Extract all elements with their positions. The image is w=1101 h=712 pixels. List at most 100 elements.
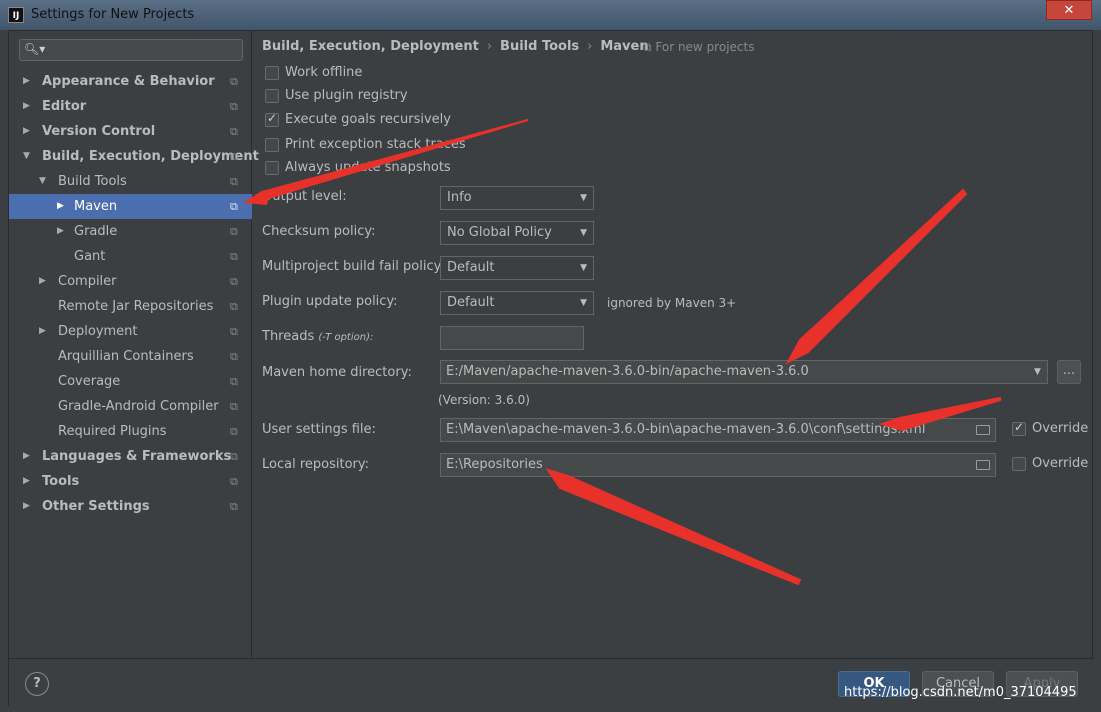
user-settings-override-label: Override [1032,421,1089,436]
sidebar-item-label: Appearance & Behavior [42,74,215,89]
sidebar-item-gradle[interactable]: ▶ Gradle ⧉ [9,219,252,244]
expand-arrow-icon[interactable]: ▶ [39,319,46,344]
expand-arrow-icon[interactable]: ▶ [23,94,30,119]
expand-arrow-icon[interactable]: ▶ [23,69,30,94]
sidebar-item-build-execution-deployment[interactable]: ▼ Build, Execution, Deployment ⧉ [9,144,259,169]
work-offline-checkbox[interactable] [265,66,279,80]
folder-icon[interactable] [976,460,990,470]
sidebar-item-coverage[interactable]: Coverage ⧉ [9,369,252,394]
checksum-policy-select[interactable]: No Global Policy ▼ [440,221,594,245]
window-close-button[interactable]: ✕ [1046,0,1092,20]
sidebar-item-arquillian-containers[interactable]: Arquillian Containers ⧉ [9,344,252,369]
sidebar-item-compiler[interactable]: ▶ Compiler ⧉ [9,269,252,294]
expand-arrow-icon[interactable]: ▶ [23,494,30,519]
local-repository-input[interactable]: E:\Repositories [440,453,996,477]
expand-arrow-icon[interactable]: ▶ [23,469,30,494]
project-copy-icon: ⧉ [230,300,238,313]
user-settings-file-input[interactable]: E:\Maven\apache-maven-3.6.0-bin\apache-m… [440,418,996,442]
sidebar-item-version-control[interactable]: ▶ Version Control ⧉ [9,119,252,144]
breadcrumb-separator: › [486,39,493,54]
local-repository-label: Local repository: [262,457,369,472]
breadcrumb-item: Maven [600,39,649,54]
threads-label: Threads (-T option): [262,329,373,344]
chevron-down-icon: ▼ [580,193,587,203]
help-button[interactable]: ? [25,672,49,696]
local-repository-override-checkbox[interactable] [1012,457,1026,471]
sidebar-item-editor[interactable]: ▶ Editor ⧉ [9,94,252,119]
sidebar-item-label: Arquillian Containers [58,349,194,364]
sidebar-item-label: Languages & Frameworks [42,449,232,464]
project-copy-icon: ⧉ [230,275,238,288]
user-settings-override-checkbox[interactable] [1012,420,1026,436]
sidebar-item-label: Version Control [42,124,156,139]
sidebar-item-label: Compiler [58,274,117,289]
checksum-policy-value: No Global Policy [447,225,552,240]
chevron-down-icon: ▼ [580,263,587,273]
local-repository-override-label: Override [1032,456,1089,471]
sidebar-item-other-settings[interactable]: ▶ Other Settings ⧉ [9,494,252,519]
settings-search-input[interactable]: 🔍︎▾ [19,39,243,61]
sidebar-item-appearance-behavior[interactable]: ▶ Appearance & Behavior ⧉ [9,69,252,94]
sidebar-item-gant[interactable]: Gant ⧉ [9,244,252,269]
maven-home-dropdown-button[interactable]: ▼ [1028,360,1048,384]
plugin-update-policy-label: Plugin update policy: [262,294,398,309]
plugin-update-policy-select[interactable]: Default ▼ [440,291,594,315]
sidebar-item-remote-jar-repositories[interactable]: Remote Jar Repositories ⧉ [9,294,252,319]
print-exception-stack-traces-label: Print exception stack traces [285,137,466,152]
dialog-footer: ? OK Cancel Apply https://blog.csdn.net/… [9,658,1094,707]
output-level-value: Info [447,190,472,205]
intellij-app-icon: IJ [8,7,24,23]
sidebar-item-required-plugins[interactable]: Required Plugins ⧉ [9,419,252,444]
folder-icon[interactable] [976,425,990,435]
threads-label-text: Threads [262,329,315,344]
always-update-snapshots-checkbox[interactable] [265,161,279,175]
expand-arrow-icon[interactable]: ▶ [23,119,30,144]
project-copy-icon: ⧉ [230,325,238,338]
project-copy-icon: ⧉ [230,175,238,188]
sidebar-item-gradle-android-compiler[interactable]: Gradle-Android Compiler ⧉ [9,394,252,419]
settings-dialog: 🔍︎▾ ▶ Appearance & Behavior ⧉ ▶ Editor ⧉… [8,30,1094,707]
expand-arrow-icon[interactable]: ▶ [23,444,30,469]
use-plugin-registry-checkbox[interactable] [265,89,279,103]
ignored-by-maven-hint: ignored by Maven 3+ [607,296,737,310]
sidebar-item-label: Maven [74,199,118,214]
expand-arrow-icon[interactable]: ▶ [57,219,64,244]
sidebar-item-label: Required Plugins [58,424,167,439]
expand-arrow-icon[interactable]: ▶ [57,194,64,219]
project-copy-icon: ⧉ [230,250,238,263]
maven-home-directory-input[interactable]: E:/Maven/apache-maven-3.6.0-bin/apache-m… [440,360,1029,384]
sidebar-item-label: Build Tools [58,174,127,189]
chevron-down-icon: ▼ [580,228,587,238]
output-level-label: Output level: [262,189,347,204]
output-level-select[interactable]: Info ▼ [440,186,594,210]
sidebar-item-label: Coverage [58,374,121,389]
expand-arrow-icon[interactable]: ▶ [39,269,46,294]
sidebar-item-maven[interactable]: ▶ Maven ⧉ [9,194,252,219]
print-exception-stack-traces-checkbox[interactable] [265,138,279,152]
sidebar-item-deployment[interactable]: ▶ Deployment ⧉ [9,319,252,344]
multiproject-policy-value: Default [447,260,495,275]
collapse-arrow-icon[interactable]: ▼ [39,169,46,194]
sidebar-item-build-tools[interactable]: ▼ Build Tools ⧉ [9,169,252,194]
multiproject-build-fail-policy-select[interactable]: Default ▼ [440,256,594,280]
csdn-watermark: https://blog.csdn.net/m0_37104495 [844,685,1077,700]
threads-input[interactable] [440,326,584,350]
execute-goals-recursively-label: Execute goals recursively [285,112,451,127]
sidebar-item-languages-frameworks[interactable]: ▶ Languages & Frameworks ⧉ [9,444,252,469]
project-copy-icon: ⧉ [230,450,238,463]
sidebar-item-label: Build, Execution, Deployment [42,149,259,164]
collapse-arrow-icon[interactable]: ▼ [23,144,30,169]
sidebar-item-label: Gradle-Android Compiler [58,399,219,414]
sidebar-item-label: Gradle [74,224,118,239]
sidebar-item-label: Remote Jar Repositories [58,299,214,314]
project-copy-icon: ⧉ [230,425,238,438]
breadcrumb-item: Build Tools [500,39,580,54]
threads-label-suffix: (-T option): [318,332,374,343]
sidebar-item-tools[interactable]: ▶ Tools ⧉ [9,469,252,494]
project-copy-icon: ⧉ [230,225,238,238]
browse-maven-home-button[interactable]: ... [1057,360,1081,384]
sidebar-item-label: Gant [74,249,106,264]
sidebar-item-label: Editor [42,99,87,114]
execute-goals-recursively-checkbox[interactable] [265,111,279,127]
window-title: Settings for New Projects [31,7,195,22]
